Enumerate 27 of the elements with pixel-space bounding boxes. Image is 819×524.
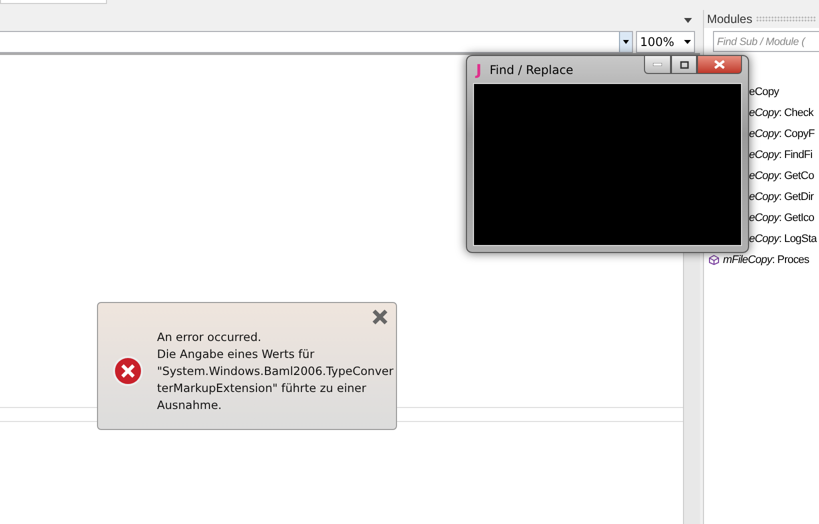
cube-icon [709,254,719,264]
panel-title: Modules [707,12,752,26]
app-logo: J [476,60,482,78]
minimize-icon [653,63,662,66]
module-item[interactable]: mFileCopy: Proces [723,254,810,266]
close-button[interactable] [697,56,742,74]
dropdown-icon[interactable] [684,40,691,44]
dropdown-icon[interactable] [684,18,692,23]
module-item[interactable]: eCopy [749,86,779,98]
module-item[interactable]: eCopy: CopyF [749,128,815,140]
maximize-button[interactable] [671,56,697,74]
module-item[interactable]: eCopy: GetDir [749,190,814,202]
close-icon [372,309,388,325]
module-item[interactable]: eCopy: LogSta [749,232,817,244]
close-icon [714,60,725,69]
maximize-icon [680,60,688,68]
zoom-select[interactable]: 100% [636,31,695,53]
module-item[interactable]: eCopy: FindFi [749,148,812,160]
dropdown-icon[interactable] [623,40,629,44]
window-title: Find / Replace [490,62,574,76]
module-item[interactable]: eCopy: GetCo [749,170,814,182]
error-message: An error occurred. Die Angabe eines Werts für "System.Windows.Baml2006.TypeConver terMarkupExtension" führte zu einer Ausnahme. [157,328,394,414]
error-icon [113,356,143,386]
minimize-button[interactable] [644,56,671,74]
module-item[interactable]: eCopy: GetIco [749,212,814,224]
search-field[interactable]: Find Sub / Module ( [713,31,819,52]
module-item[interactable]: eCopy: Check [749,106,814,118]
